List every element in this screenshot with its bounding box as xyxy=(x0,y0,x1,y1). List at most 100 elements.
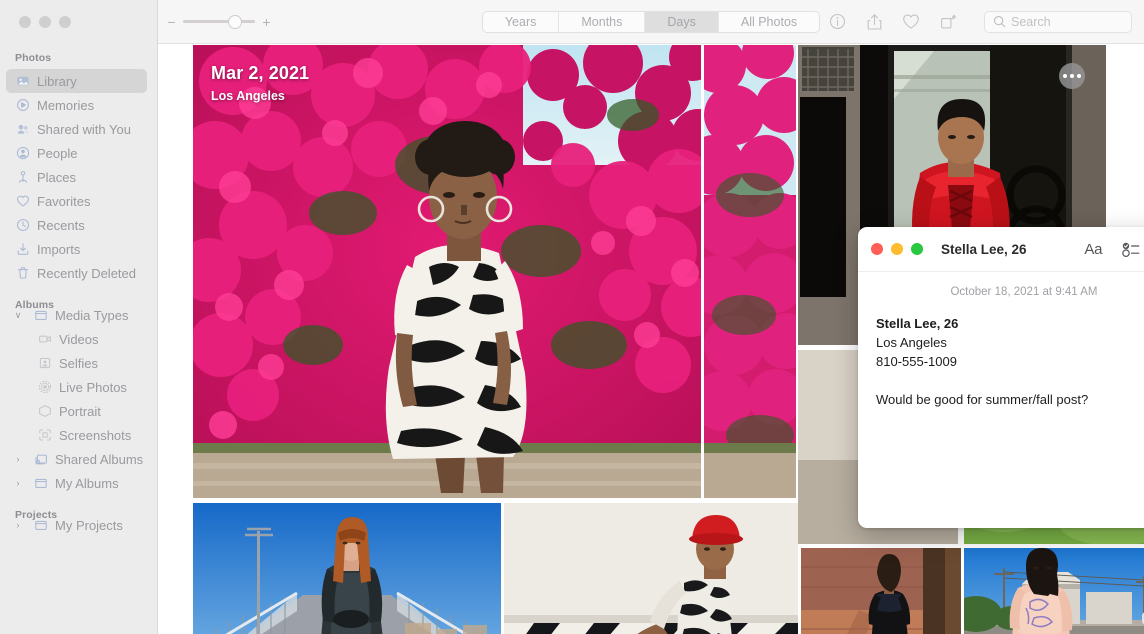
notes-actions: Aa ≫ xyxy=(1084,240,1144,258)
overlay-date: Mar 2, 2021 xyxy=(211,63,310,83)
sidebar-item-recently-deleted[interactable]: Recently Deleted xyxy=(6,261,147,285)
tab-months[interactable]: Months xyxy=(558,11,644,32)
sidebar-item-live-photos[interactable]: Live Photos xyxy=(6,375,147,399)
photos-app-window: Photos Library Memories Shared with You Peop… xyxy=(0,0,1144,634)
sidebar-item-label: Screenshots xyxy=(59,427,132,443)
photo-thumbnail[interactable] xyxy=(504,503,798,634)
sidebar-item-label: Favorites xyxy=(37,193,91,209)
sidebar-item-my-albums[interactable]: › My Albums xyxy=(6,471,147,495)
portrait-icon xyxy=(37,404,52,419)
close-button[interactable] xyxy=(19,16,31,28)
sidebar-section-header: Projects xyxy=(15,509,58,521)
chevron-right-icon[interactable]: › xyxy=(12,520,24,530)
zoom-slider-track xyxy=(183,20,255,23)
overlay-place: Los Angeles xyxy=(211,89,285,103)
photo-thumbnail[interactable] xyxy=(193,503,501,634)
shared-with-you-icon xyxy=(15,122,30,137)
share-icon[interactable] xyxy=(864,12,884,32)
note-line: Would be good for summer/fall post? xyxy=(876,392,1089,407)
selfie-icon xyxy=(37,356,52,371)
sidebar-item-label: Memories xyxy=(37,97,95,113)
notes-body[interactable]: October 18, 2021 at 9:41 AM Stella Lee, … xyxy=(858,272,1144,409)
more-options-button[interactable] xyxy=(1059,63,1085,89)
sidebar-item-label: Recents xyxy=(37,217,85,233)
notes-traffic-lights xyxy=(871,243,923,255)
people-icon xyxy=(15,146,30,161)
tab-all-photos[interactable]: All Photos xyxy=(717,11,819,32)
zoom-button[interactable] xyxy=(59,16,71,28)
sidebar: Photos Library Memories Shared with You Peop… xyxy=(0,0,158,634)
minimize-button[interactable] xyxy=(39,16,51,28)
zoom-slider-knob[interactable] xyxy=(228,14,242,29)
notes-window[interactable]: Stella Lee, 26 Aa ≫ October 18, xyxy=(858,227,1144,528)
chevron-down-icon[interactable]: ∨ xyxy=(12,310,24,321)
photo-thumbnail[interactable]: Mar 2, 2021 Los Angeles xyxy=(193,45,701,498)
sidebar-item-screenshots[interactable]: Screenshots xyxy=(6,423,147,447)
sidebar-item-label: Recently Deleted xyxy=(37,265,136,281)
view-mode-segmented-control[interactable]: Years Months Days All Photos xyxy=(481,10,821,33)
folder-icon xyxy=(33,476,48,491)
toolbar-right-actions: Search xyxy=(827,10,1144,33)
photos-library-icon xyxy=(15,74,30,89)
note-line: Stella Lee, 26 xyxy=(876,316,959,331)
window-traffic-lights xyxy=(0,0,157,40)
photo-thumbnail[interactable] xyxy=(704,45,796,498)
search-icon xyxy=(993,15,1006,28)
sidebar-item-memories[interactable]: Memories xyxy=(6,93,147,117)
heart-icon[interactable] xyxy=(901,12,921,32)
main-area: − + Years Months Days All Photos Search … xyxy=(158,0,1144,634)
sidebar-item-shared-albums[interactable]: › Shared Albums xyxy=(6,447,147,471)
notes-close-button[interactable] xyxy=(871,243,883,255)
tab-years[interactable]: Years xyxy=(483,12,559,32)
sidebar-scroll[interactable]: Photos Library Memories Shared with You Peop… xyxy=(0,40,157,537)
zoom-slider-control[interactable]: − + xyxy=(158,14,271,29)
tab-days[interactable]: Days xyxy=(644,11,718,32)
sidebar-item-portrait[interactable]: Portrait xyxy=(6,399,147,423)
trash-icon xyxy=(15,266,30,281)
notes-minimize-button[interactable] xyxy=(891,243,903,255)
rotate-icon[interactable] xyxy=(938,12,958,32)
folder-icon xyxy=(33,518,48,533)
sidebar-item-imports[interactable]: Imports xyxy=(6,237,147,261)
live-photo-icon xyxy=(37,380,52,395)
notes-zoom-button[interactable] xyxy=(911,243,923,255)
places-pin-icon xyxy=(15,170,30,185)
sidebar-item-favorites[interactable]: Favorites xyxy=(6,189,147,213)
sidebar-item-label: Videos xyxy=(59,331,99,347)
sidebar-item-selfies[interactable]: Selfies xyxy=(6,351,147,375)
screenshot-icon xyxy=(37,428,52,443)
sidebar-item-label: Selfies xyxy=(59,355,99,371)
format-aa-button[interactable]: Aa xyxy=(1084,241,1102,258)
search-placeholder: Search xyxy=(1011,14,1051,29)
info-icon[interactable] xyxy=(827,12,847,32)
notes-title: Stella Lee, 26 xyxy=(941,241,1027,257)
sidebar-item-places[interactable]: Places xyxy=(6,165,147,189)
zoom-out-icon[interactable]: − xyxy=(167,15,176,29)
sidebar-item-library[interactable]: Library xyxy=(6,69,147,93)
chevron-right-icon[interactable]: › xyxy=(12,478,24,488)
import-arrow-icon xyxy=(15,242,30,257)
chevron-right-icon[interactable]: › xyxy=(12,454,24,464)
photo-thumbnail[interactable] xyxy=(964,548,1144,634)
toolbar: − + Years Months Days All Photos Search xyxy=(158,0,1144,44)
video-icon xyxy=(37,332,52,347)
search-field[interactable]: Search xyxy=(984,10,1132,33)
sidebar-item-videos[interactable]: Videos xyxy=(6,327,147,351)
note-content[interactable]: Stella Lee, 26 Los Angeles 810-555-1009 Wou… xyxy=(876,314,1144,409)
memories-icon xyxy=(15,98,30,113)
zoom-slider[interactable] xyxy=(183,14,255,29)
sidebar-item-shared-with-you[interactable]: Shared with You xyxy=(6,117,147,141)
sidebar-item-people[interactable]: People xyxy=(6,141,147,165)
sidebar-item-label: Portrait xyxy=(59,403,101,419)
clock-icon xyxy=(15,218,30,233)
sidebar-item-recents[interactable]: Recents xyxy=(6,213,147,237)
sidebar-item-label: Places xyxy=(37,169,77,185)
sidebar-item-label: Shared with You xyxy=(37,121,131,137)
note-blank-line xyxy=(876,371,1144,390)
photo-thumbnail[interactable] xyxy=(801,548,961,634)
sidebar-item-label: My Albums xyxy=(55,475,119,491)
checklist-icon[interactable] xyxy=(1122,242,1140,257)
note-timestamp: October 18, 2021 at 9:41 AM xyxy=(950,286,1098,298)
sidebar-section-header: Photos xyxy=(15,52,52,64)
zoom-in-icon[interactable]: + xyxy=(262,15,271,29)
